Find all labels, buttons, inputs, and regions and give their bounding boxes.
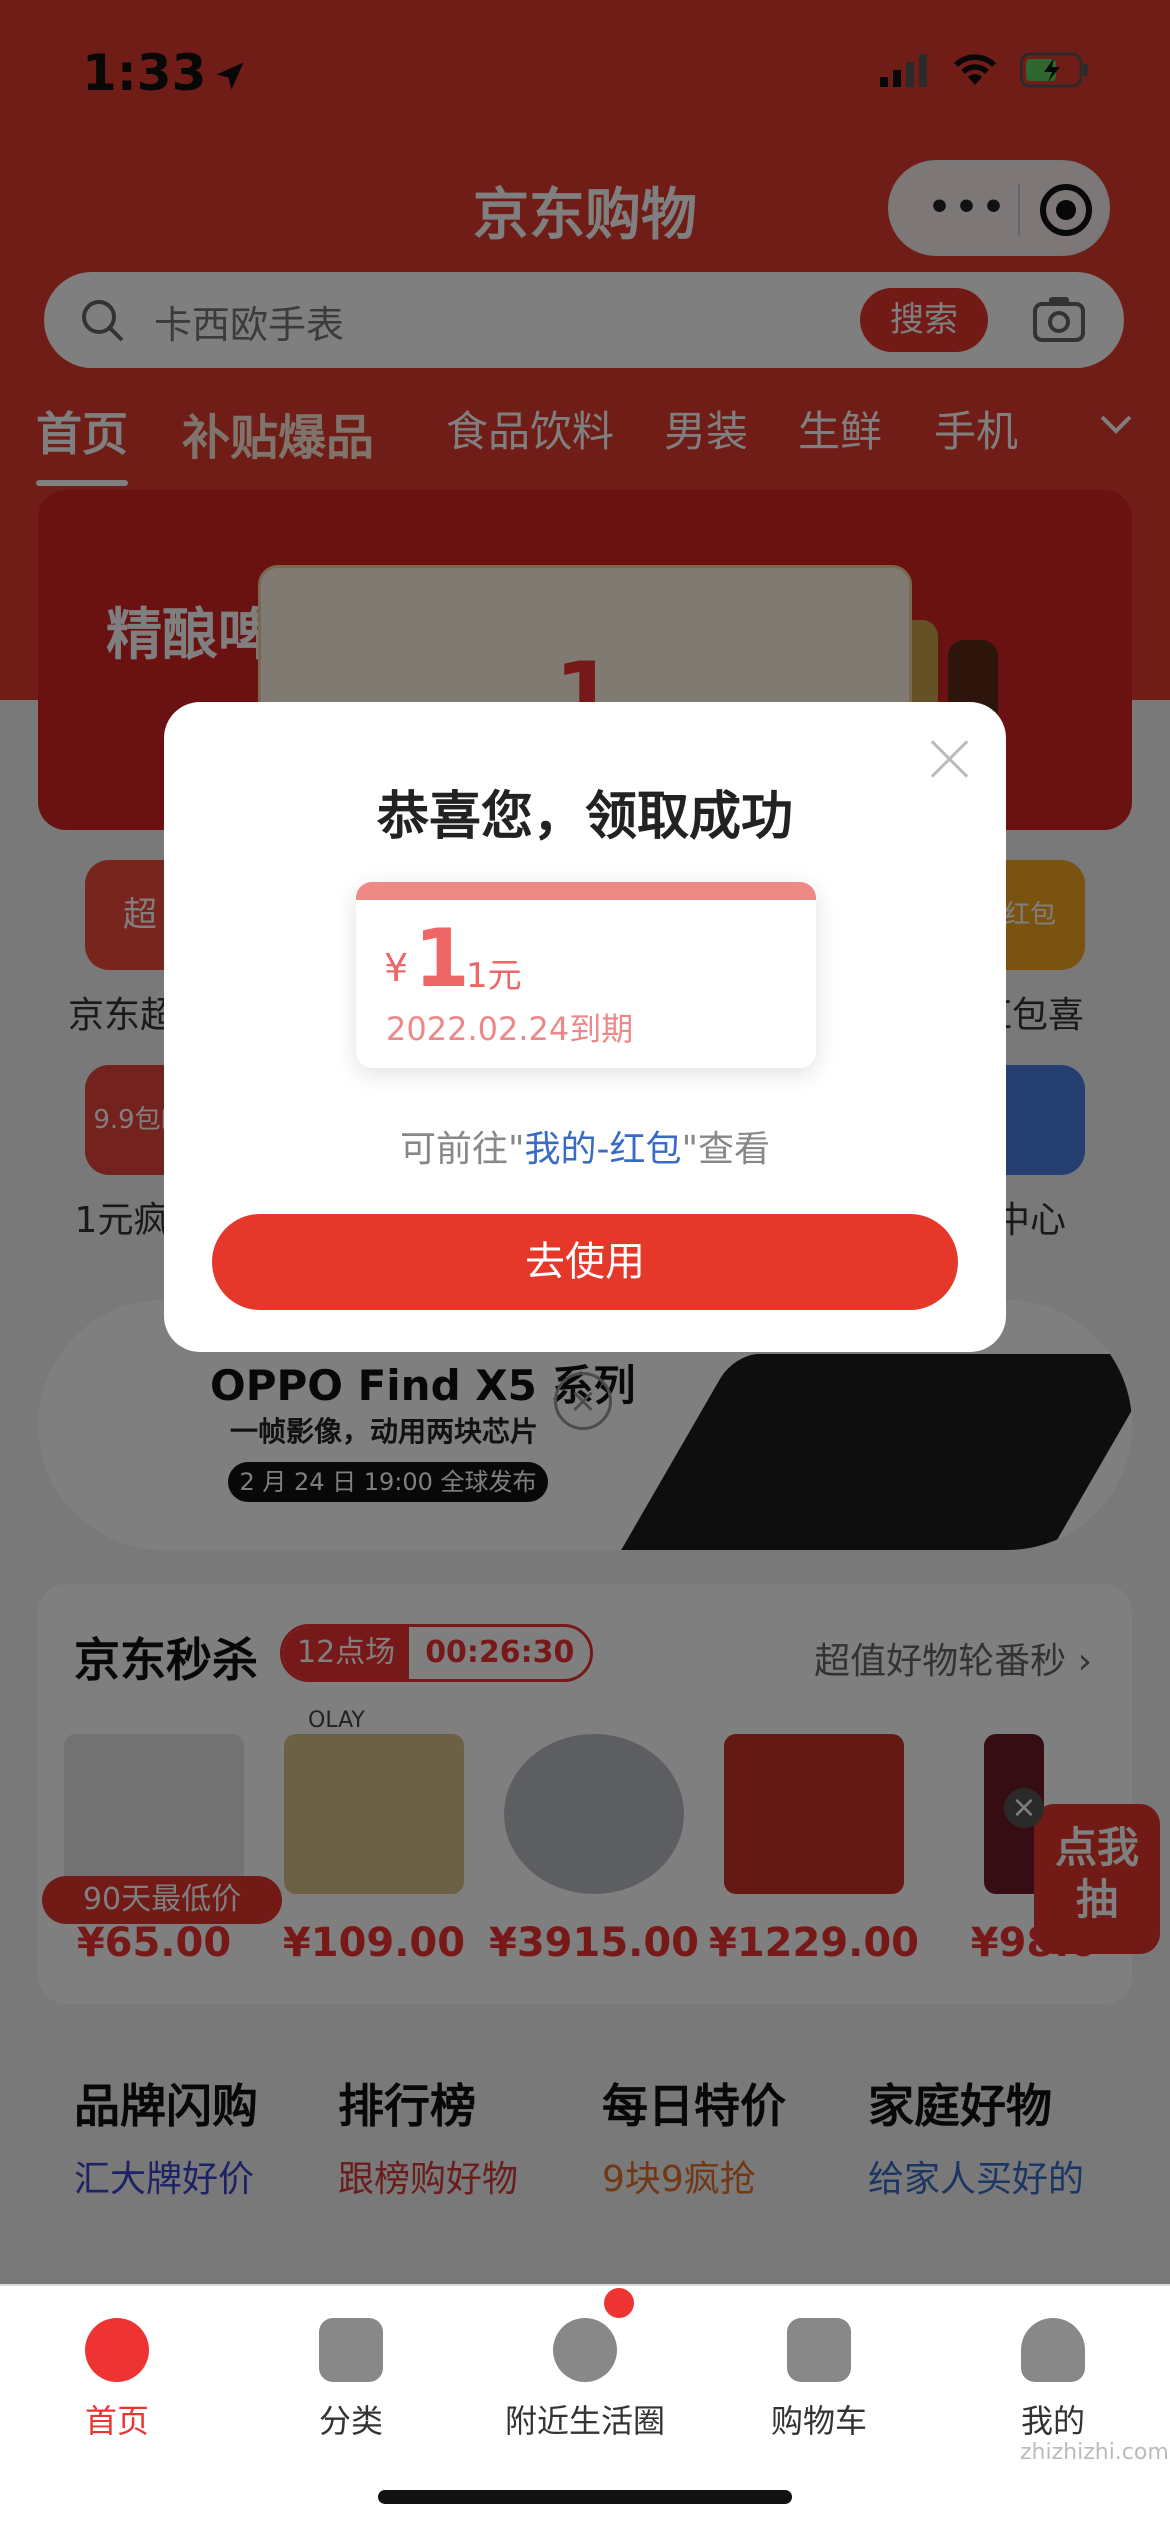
tabbar-label: 首页 (84, 2402, 149, 2440)
coupon-top-strip (356, 882, 816, 900)
tabbar-label: 我的 (1020, 2402, 1085, 2440)
coupon-unit: 1元 (466, 956, 522, 996)
watermark: zhizhizhi.com (1020, 2440, 1169, 2465)
currency-symbol: ¥ (384, 946, 409, 990)
tabbar-label: 分类 (318, 2402, 383, 2440)
home-icon (85, 2318, 149, 2382)
coupon-expiry: 2022.02.24到期 (386, 1010, 634, 1048)
notification-dot (604, 2288, 634, 2318)
redpacket-link[interactable]: 我的-红包 (525, 1129, 682, 1170)
tip-prefix: 可前往" (399, 1129, 525, 1170)
cart-icon (787, 2318, 851, 2382)
location-icon (553, 2318, 617, 2382)
tabbar-label: 附近生活圈 (504, 2402, 665, 2440)
coupon-card: ¥ 1 1元 2022.02.24到期 (356, 882, 816, 1068)
tabbar-nearby[interactable]: 附近生活圈 (468, 2306, 702, 2442)
tabbar-mine[interactable]: 我的 (936, 2306, 1170, 2442)
success-modal: 恭喜您，领取成功 ¥ 1 1元 2022.02.24到期 可前往"我的-红包"查… (164, 702, 1006, 1352)
tip-suffix: "查看 (681, 1129, 771, 1170)
category-icon (319, 2318, 383, 2382)
tabbar-category[interactable]: 分类 (234, 2306, 468, 2442)
tabbar-cart[interactable]: 购物车 (702, 2306, 936, 2442)
use-now-button[interactable]: 去使用 (212, 1214, 958, 1310)
user-icon (1021, 2318, 1085, 2382)
tabbar-home[interactable]: 首页 (0, 2306, 234, 2442)
modal-tip: 可前往"我的-红包"查看 (164, 1120, 1006, 1172)
modal-heading: 恭喜您，领取成功 (376, 787, 793, 847)
tabbar-label: 购物车 (770, 2402, 867, 2440)
coupon-amount: 1 (414, 912, 470, 1005)
close-icon[interactable] (930, 738, 970, 778)
home-indicator (378, 2490, 792, 2504)
